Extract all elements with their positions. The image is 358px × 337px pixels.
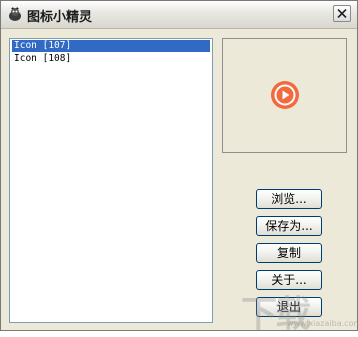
icon-preview-panel [222, 38, 347, 153]
close-icon [337, 9, 347, 18]
close-button[interactable] [333, 5, 351, 22]
list-item[interactable]: Icon [107] [12, 40, 210, 52]
copy-button[interactable]: 复制 [256, 243, 322, 263]
save-as-button[interactable]: 保存为... [256, 216, 322, 236]
browse-button[interactable]: 浏览... [256, 189, 322, 209]
watermark: 下载 [241, 294, 311, 335]
window-title: 图标小精灵 [27, 10, 93, 25]
app-window: 图标小精灵 Icon [107] Icon [108] 浏览... 保存为...… [0, 0, 358, 335]
icon-listbox[interactable]: Icon [107] Icon [108] [9, 38, 213, 323]
app-logo-icon [7, 6, 23, 22]
watermark-url: www.xiazaiba.com [287, 319, 358, 328]
list-item[interactable]: Icon [108] [12, 53, 210, 65]
title-bar[interactable]: 图标小精灵 [1, 1, 357, 29]
orange-circle-play-icon [270, 80, 300, 114]
